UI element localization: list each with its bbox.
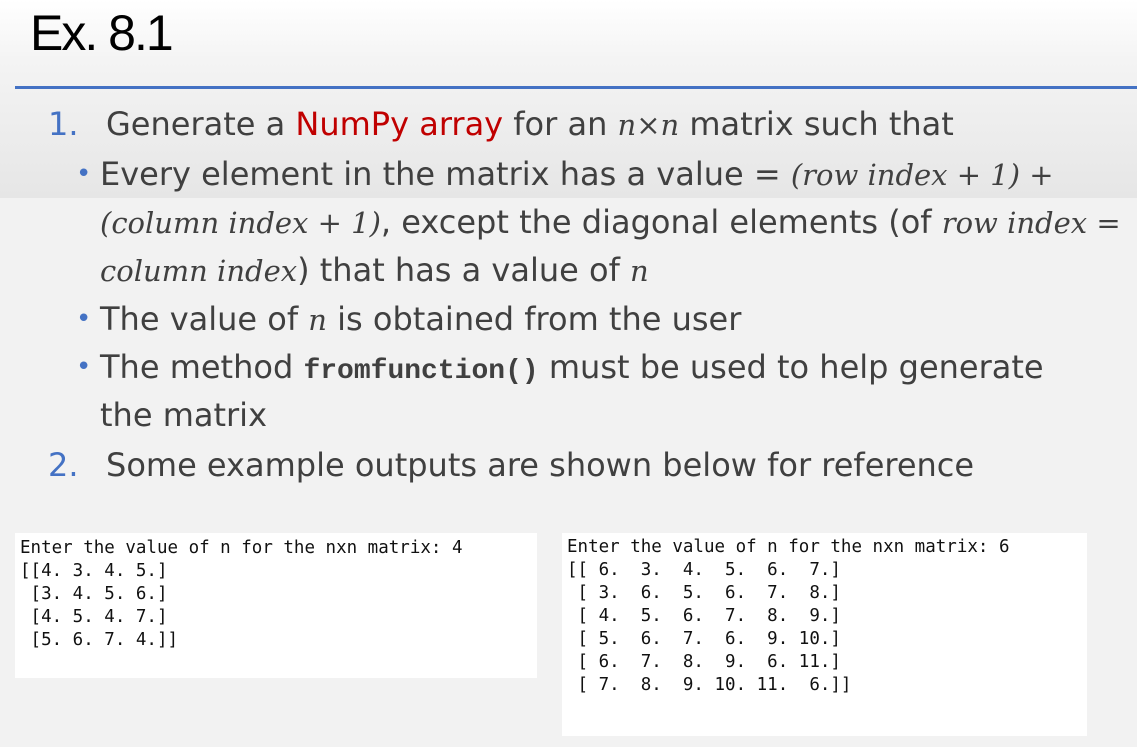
console-line: Enter the value of n for the nxn matrix:…: [567, 537, 1010, 557]
bullet-dot-icon: •: [76, 304, 92, 334]
bullet-2-math-n: n: [308, 303, 327, 337]
bullet-1-text-2: , except the diagonal elements (of: [380, 203, 942, 241]
bullet-1-line-1: Every element in the matrix has a value …: [100, 154, 1054, 195]
console-line: [[4. 3. 4. 5.]: [20, 561, 168, 581]
item-1-text-post: matrix such that: [679, 105, 954, 143]
console-line: [ 6. 7. 8. 9. 6. 11.]: [567, 652, 841, 672]
console-line: [[ 6. 3. 4. 5. 6. 7.]: [567, 560, 841, 580]
bullet-1-text-3: ) that has a value of: [297, 251, 631, 289]
output-panel-right: Enter the value of n for the nxn matrix:…: [562, 533, 1087, 736]
console-line: [5. 6. 7. 4.]]: [20, 630, 179, 650]
bullet-1-math-2: (column index + 1): [100, 206, 381, 240]
console-line: [3. 4. 5. 6.]: [20, 584, 168, 604]
bullet-2: The value of n is obtained from the user: [100, 299, 741, 340]
console-line: [4. 5. 4. 7.]: [20, 607, 168, 627]
item-1-math: n×n: [617, 108, 680, 142]
console-line: [ 5. 6. 7. 6. 9. 10.]: [567, 629, 841, 649]
bullet-dot-icon: •: [76, 159, 92, 189]
bullet-3-line-1: The method fromfunction() must be used t…: [100, 347, 1044, 392]
console-line: [ 3. 6. 5. 6. 7. 8.]: [567, 583, 841, 603]
bullet-1-math-1: (row index + 1) +: [790, 158, 1054, 192]
bullet-3-code: fromfunction(): [303, 356, 539, 387]
item-2-text: Some example outputs are shown below for…: [106, 446, 975, 484]
bullet-2-text-pre: The value of: [100, 300, 309, 338]
bullet-3-text-pre: The method: [100, 348, 304, 386]
bullet-1-line-2: (column index + 1), except the diagonal …: [100, 202, 1121, 243]
item-1: 1. Generate a NumPy array for an n×n matr…: [48, 104, 954, 145]
item-1-number: 1.: [48, 105, 79, 143]
bullet-1-line-3: column index) that has a value of n: [100, 250, 649, 291]
bullet-3-text-post: must be used to help generate: [538, 348, 1044, 386]
item-1-text-mid: for an: [503, 105, 618, 143]
output-panel-left: Enter the value of n for the nxn matrix:…: [15, 533, 537, 678]
console-line: [ 4. 5. 6. 7. 8. 9.]: [567, 606, 841, 626]
item-1-text-pre: Generate a: [106, 105, 296, 143]
bullet-2-text-post: is obtained from the user: [326, 300, 742, 338]
item-1-highlight: NumPy array: [295, 105, 504, 143]
item-2: 2. Some example outputs are shown below f…: [48, 445, 974, 485]
bullet-1-math-3: row index =: [941, 206, 1121, 240]
console-line: Enter the value of n for the nxn matrix:…: [20, 538, 463, 558]
slide-title: Ex. 8.1: [30, 5, 174, 61]
title-divider: [15, 86, 1137, 89]
console-line: [ 7. 8. 9. 10. 11. 6.]]: [567, 675, 852, 695]
bullet-1-math-n: n: [630, 254, 649, 288]
bullet-1-text: Every element in the matrix has a value …: [100, 155, 791, 193]
item-2-number: 2.: [48, 446, 79, 484]
bullet-3-line-2: the matrix: [100, 396, 267, 434]
bullet-dot-icon: •: [76, 352, 92, 382]
bullet-1-math-4: column index: [100, 254, 298, 288]
